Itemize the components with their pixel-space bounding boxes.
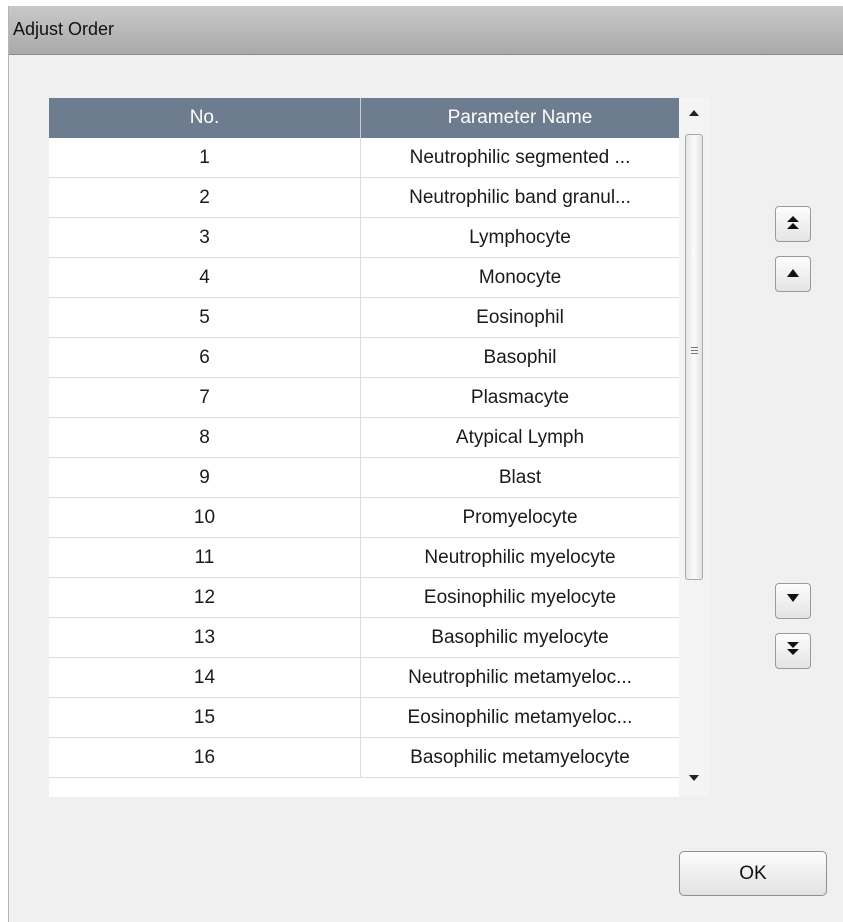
- cell-no: 9: [49, 458, 361, 497]
- cell-no: 8: [49, 418, 361, 457]
- cell-no: 6: [49, 338, 361, 377]
- title-bar[interactable]: Adjust Order: [9, 6, 843, 55]
- cell-parameter-name: Monocyte: [478, 266, 562, 288]
- adjust-order-dialog: Adjust Order No. Parameter Name 1 Neutrop…: [8, 6, 843, 922]
- cell-no: 4: [49, 258, 361, 297]
- scrollbar-thumb[interactable]: [685, 134, 703, 580]
- table-row[interactable]: 1 Neutrophilic segmented ...: [49, 138, 679, 178]
- table-row[interactable]: 6 Basophil: [49, 338, 679, 378]
- cell-parameter-name: Neutrophilic metamyeloc...: [408, 666, 632, 688]
- cell-parameter-name: Basophilic myelocyte: [431, 626, 609, 648]
- move-down-button[interactable]: [775, 583, 811, 619]
- cell-parameter-name: Basophil: [483, 346, 557, 368]
- column-header-no[interactable]: No.: [49, 98, 361, 138]
- table-row[interactable]: 16 Basophilic metamyelocyte: [49, 738, 679, 778]
- cell-parameter-name: Neutrophilic band granul...: [409, 186, 631, 208]
- cell-parameter-name: Atypical Lymph: [455, 426, 585, 448]
- cell-no: 10: [49, 498, 361, 537]
- table-row[interactable]: 12 Eosinophilic myelocyte: [49, 578, 679, 618]
- table-row[interactable]: 8 Atypical Lymph: [49, 418, 679, 458]
- cell-no: 16: [49, 738, 361, 777]
- cell-parameter-name: Neutrophilic myelocyte: [424, 546, 616, 568]
- ok-button[interactable]: OK: [679, 851, 827, 896]
- cell-no: 12: [49, 578, 361, 617]
- parameter-table: No. Parameter Name 1 Neutrophilic segment…: [49, 98, 709, 797]
- table-row[interactable]: 4 Monocyte: [49, 258, 679, 298]
- cell-parameter-name: Eosinophilic myelocyte: [423, 586, 617, 608]
- column-header-parameter-name[interactable]: Parameter Name: [361, 98, 679, 138]
- dialog-title: Adjust Order: [13, 19, 115, 39]
- table-row[interactable]: 14 Neutrophilic metamyeloc...: [49, 658, 679, 698]
- cell-no: 13: [49, 618, 361, 657]
- table-row[interactable]: 15 Eosinophilic metamyeloc...: [49, 698, 679, 738]
- cell-no: 7: [49, 378, 361, 417]
- table-row[interactable]: 10 Promyelocyte: [49, 498, 679, 538]
- cell-parameter-name: Basophilic metamyelocyte: [410, 746, 630, 768]
- move-to-top-button[interactable]: [775, 206, 811, 242]
- cell-no: 15: [49, 698, 361, 737]
- table-header: No. Parameter Name: [49, 98, 679, 138]
- table-row[interactable]: 5 Eosinophil: [49, 298, 679, 338]
- cell-parameter-name: Lymphocyte: [469, 226, 571, 248]
- grip-icon: [691, 347, 698, 356]
- triangle-up-icon: [785, 265, 801, 283]
- table-row[interactable]: 3 Lymphocyte: [49, 218, 679, 258]
- double-chevron-down-icon: [785, 641, 801, 662]
- table-row[interactable]: 13 Basophilic myelocyte: [49, 618, 679, 658]
- move-up-button[interactable]: [775, 256, 811, 292]
- cell-no: 5: [49, 298, 361, 337]
- cell-parameter-name: Neutrophilic segmented ...: [409, 146, 631, 168]
- table-row[interactable]: 11 Neutrophilic myelocyte: [49, 538, 679, 578]
- table-row[interactable]: 7 Plasmacyte: [49, 378, 679, 418]
- cell-no: 14: [49, 658, 361, 697]
- cell-parameter-name: Promyelocyte: [462, 506, 578, 528]
- cell-parameter-name: Blast: [498, 466, 542, 488]
- table-row[interactable]: 9 Blast: [49, 458, 679, 498]
- scroll-down-arrow-icon[interactable]: [679, 763, 709, 793]
- cell-parameter-name: Eosinophil: [476, 306, 564, 328]
- scroll-up-arrow-icon[interactable]: [679, 98, 709, 128]
- double-chevron-up-icon: [785, 214, 801, 235]
- cell-no: 1: [49, 138, 361, 177]
- table-body: 1 Neutrophilic segmented ... 2 Neutrophilic…: [49, 138, 679, 778]
- triangle-down-icon: [785, 592, 801, 610]
- cell-no: 11: [49, 538, 361, 577]
- vertical-scrollbar[interactable]: [679, 98, 709, 797]
- cell-no: 3: [49, 218, 361, 257]
- cell-no: 2: [49, 178, 361, 217]
- table-row[interactable]: 2 Neutrophilic band granul...: [49, 178, 679, 218]
- cell-parameter-name: Plasmacyte: [470, 386, 570, 408]
- cell-parameter-name: Eosinophilic metamyeloc...: [407, 706, 633, 728]
- move-to-bottom-button[interactable]: [775, 633, 811, 669]
